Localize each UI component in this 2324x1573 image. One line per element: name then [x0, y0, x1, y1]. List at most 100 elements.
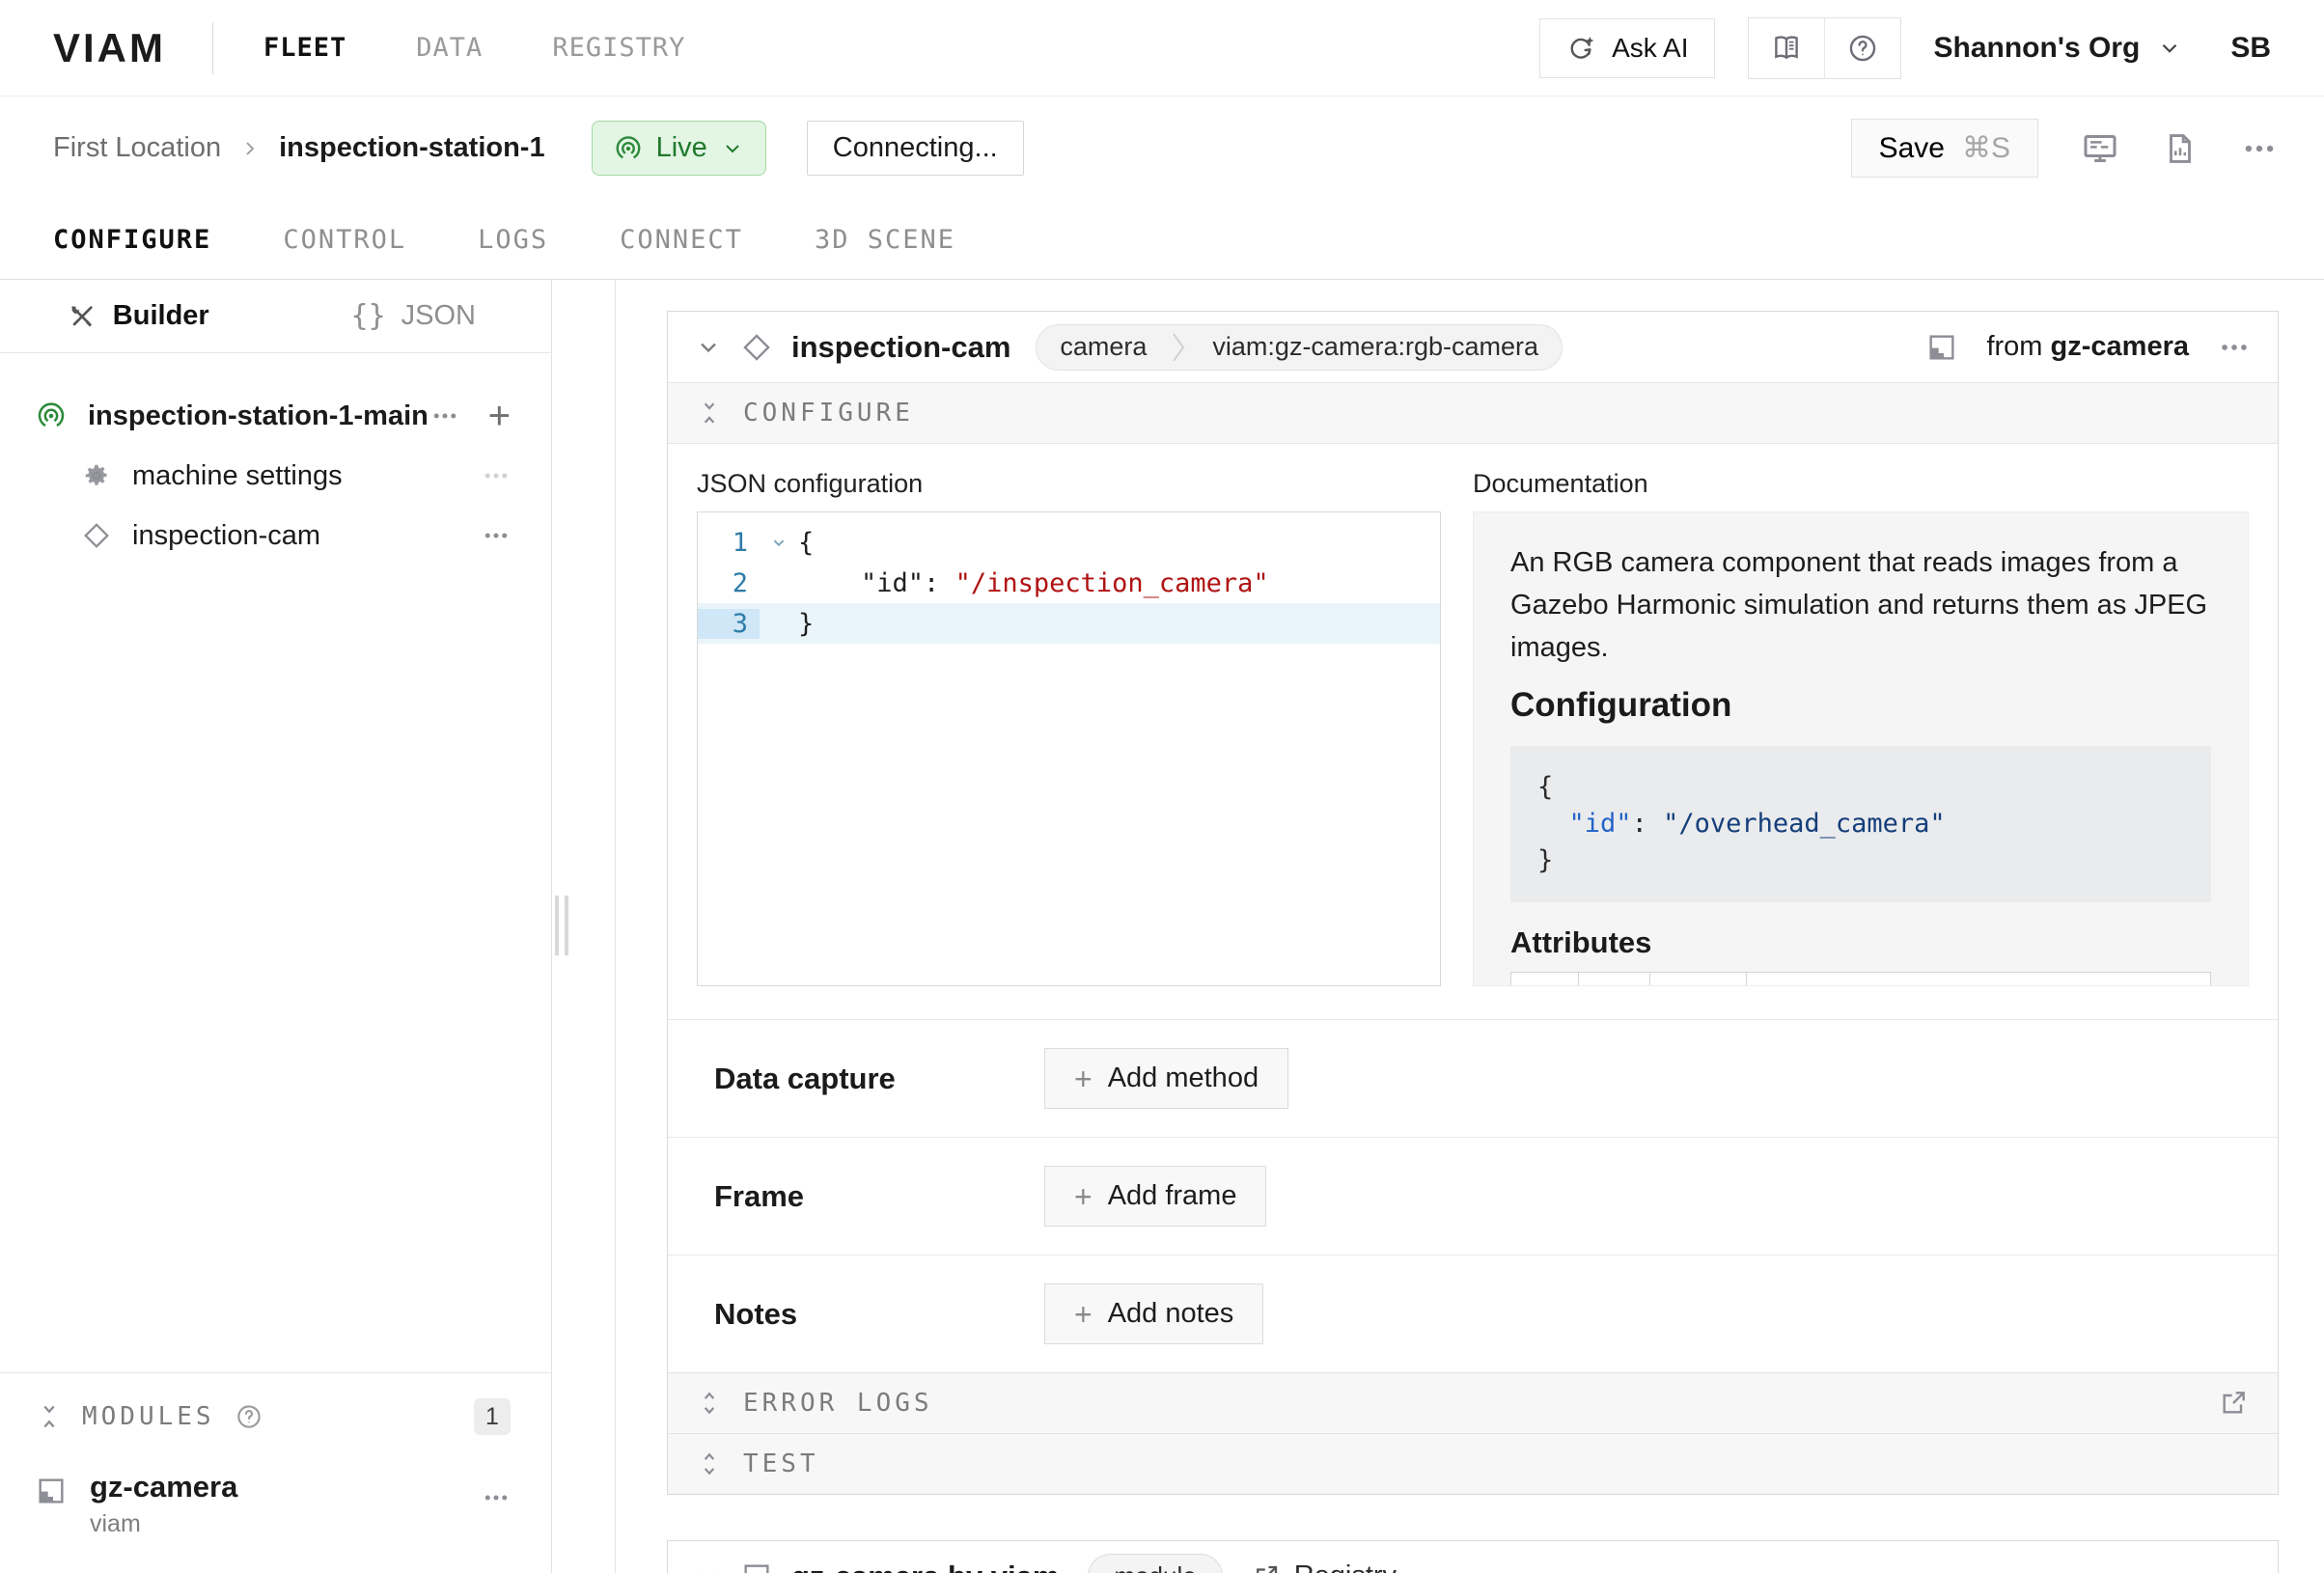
expand-icon: [697, 1451, 722, 1476]
frame-row: Frame + Add frame: [668, 1137, 2278, 1255]
documentation-panel[interactable]: An RGB camera component that reads image…: [1473, 511, 2249, 986]
add-notes-button[interactable]: + Add notes: [1044, 1283, 1263, 1344]
live-status-dropdown[interactable]: Live: [592, 121, 766, 176]
more-icon[interactable]: [482, 1483, 511, 1512]
external-link-icon: [1252, 1562, 1281, 1573]
org-switcher[interactable]: Shannon's Org: [1934, 32, 2183, 65]
plus-icon: +: [1074, 1063, 1093, 1094]
module-org: viam: [90, 1510, 237, 1538]
nav-item-registry[interactable]: REGISTRY: [552, 33, 685, 63]
test-bar[interactable]: TEST: [668, 1433, 2278, 1494]
tag-type: camera: [1037, 332, 1170, 362]
tree-item-main-part[interactable]: inspection-station-1-main +: [0, 386, 551, 446]
test-label: TEST: [743, 1449, 819, 1478]
collapse-chevron-icon[interactable]: [695, 1563, 722, 1573]
save-button[interactable]: Save ⌘S: [1851, 119, 2038, 178]
breadcrumb-chevron-icon: [238, 137, 262, 160]
live-chevron-icon: [721, 137, 744, 160]
open-logs-external-icon[interactable]: [2218, 1388, 2249, 1419]
tab-logs[interactable]: LOGS: [478, 225, 548, 255]
fold-chevron-icon[interactable]: [760, 532, 798, 553]
json-toggle[interactable]: {} JSON: [276, 280, 552, 352]
ask-ai-button[interactable]: Ask AI: [1539, 18, 1714, 78]
card-more-icon[interactable]: [2218, 331, 2251, 364]
module-icon: [36, 1476, 67, 1506]
editor-line: 2 "id": "/inspection_camera": [698, 563, 1440, 603]
collapse-icon[interactable]: [36, 1403, 63, 1430]
add-component-icon[interactable]: +: [488, 397, 511, 435]
module-name: gz-camera: [90, 1470, 237, 1504]
help-button-group: [1748, 17, 1901, 79]
machine-header: First Location inspection-station-1 Live…: [0, 97, 2324, 200]
module-list-item[interactable]: gz-camera viam: [36, 1470, 511, 1538]
chevron-down-icon: [2157, 36, 2182, 61]
registry-link[interactable]: Registry: [1252, 1560, 1397, 1573]
tree-item-machine-settings[interactable]: machine settings: [0, 446, 551, 506]
resize-drag-handle[interactable]: [555, 896, 568, 955]
json-config-editor[interactable]: 1 { 2 "id": "/inspection_camer: [697, 511, 1441, 986]
avatar[interactable]: SB: [2230, 32, 2271, 65]
collapse-icon: [697, 400, 722, 426]
modules-help-icon[interactable]: [235, 1402, 263, 1431]
component-tree: inspection-station-1-main + machine sett…: [0, 353, 551, 566]
notes-label: Notes: [714, 1297, 1044, 1332]
tree-item-inspection-cam[interactable]: inspection-cam: [0, 506, 551, 566]
more-icon[interactable]: [430, 401, 459, 430]
builder-toggle[interactable]: Builder: [0, 280, 276, 352]
tab-configure[interactable]: CONFIGURE: [53, 225, 211, 255]
json-icon: {}: [351, 299, 386, 333]
from-module-label: from gz-camera: [1986, 331, 2189, 363]
component-card-inspection-cam: inspection-cam camera viam:gz-camera:rgb…: [667, 311, 2279, 1495]
connecting-button[interactable]: Connecting...: [807, 121, 1024, 176]
notes-row: Notes + Add notes: [668, 1255, 2278, 1372]
add-method-button[interactable]: + Add method: [1044, 1048, 1288, 1109]
report-icon[interactable]: [2162, 130, 2199, 167]
configure-section-bar[interactable]: CONFIGURE: [668, 382, 2278, 444]
machine-name: inspection-station-1: [279, 132, 545, 164]
expand-icon: [697, 1391, 722, 1416]
nav-item-data[interactable]: DATA: [416, 33, 483, 63]
more-icon[interactable]: [482, 461, 511, 490]
frame-label: Frame: [714, 1179, 1044, 1214]
documentation-description: An RGB camera component that reads image…: [1510, 541, 2211, 669]
module-tag: module: [1088, 1554, 1222, 1573]
json-config-label: JSON configuration: [697, 469, 1441, 511]
machine-part-icon: [36, 400, 67, 431]
modules-count-badge: 1: [474, 1398, 511, 1435]
viam-logo[interactable]: VIAM: [53, 25, 166, 71]
error-logs-bar[interactable]: ERROR LOGS: [668, 1372, 2278, 1433]
top-nav: VIAM FLEET DATA REGISTRY Ask AI: [0, 0, 2324, 97]
data-capture-row: Data capture + Add method: [668, 1019, 2278, 1137]
ask-ai-icon: [1565, 33, 1596, 64]
modules-title: MODULES: [82, 1402, 215, 1431]
config-main-panel: inspection-cam camera viam:gz-camera:rgb…: [615, 280, 2324, 1573]
tab-connect[interactable]: CONNECT: [620, 225, 743, 255]
plus-icon: +: [1074, 1299, 1093, 1330]
breadcrumb-location[interactable]: First Location: [53, 132, 221, 164]
card-more-icon[interactable]: [2218, 1560, 2251, 1573]
primary-nav: FLEET DATA REGISTRY: [263, 33, 685, 63]
help-icon: [1846, 32, 1879, 65]
module-card-title: gz-camera by viam: [791, 1559, 1059, 1573]
component-diamond-icon: [82, 521, 111, 550]
more-icon[interactable]: [482, 521, 511, 550]
module-icon: [741, 1561, 772, 1573]
docs-button[interactable]: [1749, 18, 1824, 78]
plus-icon: +: [1074, 1181, 1093, 1212]
error-logs-label: ERROR LOGS: [743, 1389, 933, 1418]
help-button[interactable]: [1824, 18, 1900, 78]
monitor-icon[interactable]: [2081, 129, 2119, 168]
data-capture-label: Data capture: [714, 1062, 1044, 1096]
nav-item-fleet[interactable]: FLEET: [263, 33, 346, 63]
configure-section-label: CONFIGURE: [743, 399, 914, 428]
builder-json-toggle: Builder {} JSON: [0, 280, 551, 353]
add-frame-button[interactable]: + Add frame: [1044, 1166, 1266, 1227]
tab-3d-scene[interactable]: 3D SCENE: [815, 225, 955, 255]
documentation-label: Documentation: [1473, 469, 2249, 511]
tab-control[interactable]: CONTROL: [283, 225, 406, 255]
collapse-chevron-icon[interactable]: [695, 334, 722, 361]
builder-label: Builder: [113, 300, 209, 332]
tag-model: viam:gz-camera:rgb-camera: [1189, 332, 1562, 362]
more-actions-icon[interactable]: [2241, 130, 2278, 167]
gear-icon: [82, 461, 111, 490]
